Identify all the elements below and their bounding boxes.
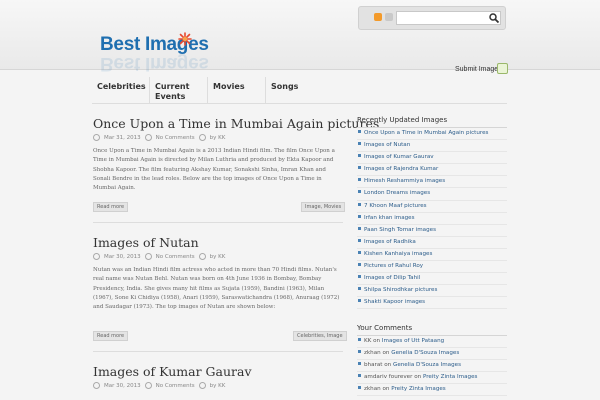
header-bar [0,0,600,70]
list-item[interactable]: Kishen Kanhaiya images [357,249,507,262]
post-title[interactable]: Once Upon a Time in Mumbai Again picture… [93,116,379,131]
post-author: by KK [209,134,226,141]
post: Images of Kumar Gaurav Mar 30, 2013 No C… [93,364,343,389]
post-date: Mar 31, 2013 [104,134,141,141]
comment-item: KK on Images of Utt Pataang [357,336,507,349]
read-more-button[interactable]: Read more [93,331,129,341]
post-title[interactable]: Images of Kumar Gaurav [93,364,343,379]
comment-post-link[interactable]: Preity Zinta Images [391,386,446,392]
list-item[interactable]: Shilpa Shirodhkar pictures [357,285,507,298]
nav-item-celebrities[interactable]: Celebrities [92,77,150,103]
list-item[interactable]: 7 Khoon Maaf pictures [357,201,507,213]
comment-post-link[interactable]: Preity Zinta Images [423,374,478,380]
comments-list: KK on Images of Utt Pataang zkhan on Gen… [357,336,507,397]
nav-divider [92,103,507,104]
post: Once Upon a Time in Mumbai Again picture… [93,116,379,193]
post: Images of Nutan Mar 30, 2013 No Comments… [93,235,343,312]
post-author: by KK [209,253,226,260]
post-title[interactable]: Images of Nutan [93,235,343,250]
comment-item: amdariv fourever on Preity Zinta Images [357,372,507,385]
list-item[interactable]: Images of Kumar Gaurav [357,152,507,165]
post-meta: Mar 31, 2013 No Comments by KK [93,134,343,141]
list-item[interactable]: Shakti Kapoor images [357,297,507,310]
author-icon [198,382,206,389]
comment-post-link[interactable]: Genelia D'Souza Images [393,362,461,368]
sidebar-heading: Recently Updated Images [357,116,507,128]
post-author: by KK [209,382,226,389]
search-icon[interactable] [488,12,500,24]
post-excerpt: Nutan was an Indian Hindi film actress w… [93,267,340,311]
post-divider [93,222,343,223]
list-item[interactable]: Irfan khan images [357,213,507,225]
author-icon [198,253,206,260]
post-tags[interactable]: Celebrities, Image [293,331,347,341]
sidebar-comments: Your Comments KK on Images of Utt Pataan… [357,324,507,397]
list-item[interactable]: Images of Nutan [357,140,507,153]
post-tags[interactable]: Image, Movies [301,202,346,212]
post-meta: Mar 30, 2013 No Comments by KK [93,253,343,260]
email-icon[interactable] [385,13,393,21]
post-meta: Mar 30, 2013 No Comments by KK [93,382,343,389]
post-comments-link[interactable]: No Comments [156,254,195,260]
upload-icon[interactable] [497,63,508,74]
list-item[interactable]: Images of Rajendra Kumar [357,164,507,177]
comment-item: zkhan on Genelia D'Souza Images [357,348,507,361]
author-icon [198,134,206,141]
logo-reflection: Best Images [100,53,209,74]
list-item[interactable]: Pictures of Rahul Roy [357,261,507,274]
calendar-icon [93,253,100,260]
post-divider [93,351,343,352]
post-excerpt: Once Upon a Time in Mumbai Again is a 20… [93,148,335,192]
comment-icon [144,134,152,141]
search-input[interactable] [396,11,501,25]
post-date: Mar 30, 2013 [104,382,141,389]
calendar-icon [93,382,100,389]
rss-icon[interactable] [374,13,382,21]
list-item[interactable]: London Dreams images [357,188,507,201]
list-item[interactable]: Paan Singh Tomar images [357,225,507,237]
comment-post-link[interactable]: Images of Utt Pataang [382,338,444,344]
submit-images-link[interactable]: Submit Images [455,66,502,73]
nav-item-current-events[interactable]: Current Events [150,77,208,103]
calendar-icon [93,134,100,141]
nav-item-movies[interactable]: Movies [208,77,266,103]
post-comments-link[interactable]: No Comments [156,135,195,141]
read-more-button[interactable]: Read more [93,202,129,212]
main-nav: Celebrities Current Events Movies Songs [92,77,322,105]
list-item[interactable]: Images of Dilip Tahil [357,273,507,286]
list-item[interactable]: Images of Radhika [357,237,507,249]
list-item[interactable]: Once Upon a Time in Mumbai Again picture… [357,128,507,141]
comment-icon [144,382,152,389]
sidebar-heading: Your Comments [357,324,507,336]
post-date: Mar 30, 2013 [104,253,141,260]
list-item[interactable]: Himesh Reshammiya images [357,176,507,189]
comment-icon [144,253,152,260]
comment-post-link[interactable]: Genelia D'Souza Images [391,350,459,356]
recent-list: Once Upon a Time in Mumbai Again picture… [357,128,507,310]
comment-item: zkhan on Preity Zinta Images [357,384,507,397]
sparkle-icon [178,32,192,46]
post-comments-link[interactable]: No Comments [156,383,195,389]
sidebar-recent: Recently Updated Images Once Upon a Time… [357,116,507,310]
nav-item-songs[interactable]: Songs [266,77,322,103]
comment-item: bharat on Genelia D'Souza Images [357,360,507,373]
